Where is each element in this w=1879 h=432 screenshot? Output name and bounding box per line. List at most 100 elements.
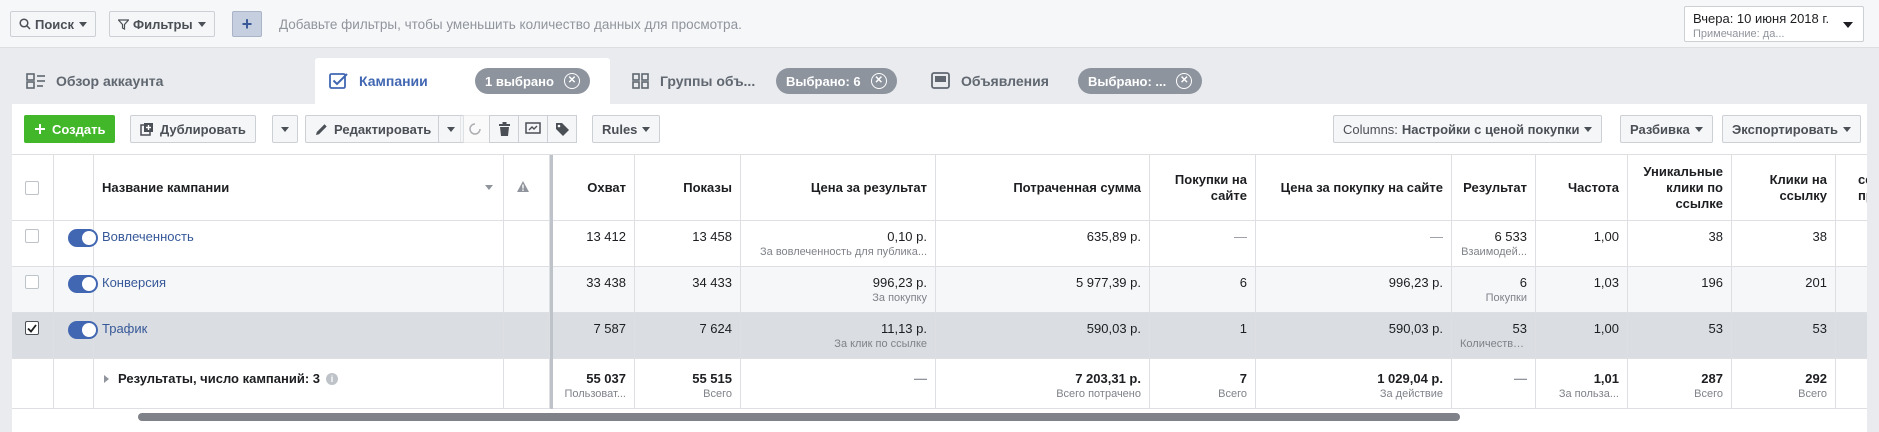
delete-button[interactable] <box>489 115 519 143</box>
tab-account-overview[interactable]: Обзор аккаунта <box>12 58 312 104</box>
header-cost-per-result[interactable]: Цена за результат <box>741 155 936 220</box>
total-purchases-cell: 7 Всего <box>1150 359 1256 408</box>
chevron-down-icon <box>281 126 289 132</box>
spent-cell: 5 977,39 р. <box>936 267 1150 312</box>
breakdown-label: Разбивка <box>1630 121 1690 137</box>
total-purchases-value: 7 <box>1239 371 1247 386</box>
frozen-column-divider[interactable] <box>550 155 553 409</box>
duplicate-options-button[interactable] <box>272 115 298 143</box>
row-toggle-cell <box>54 313 98 358</box>
spent-value: 635,89 р. <box>1086 229 1141 244</box>
close-icon[interactable]: ✕ <box>1176 73 1193 89</box>
close-icon[interactable]: ✕ <box>870 73 887 89</box>
filters-button[interactable]: Фильтры <box>109 11 215 37</box>
dashboard-icon <box>26 73 46 89</box>
unique-clicks-value: 38 <box>1708 229 1723 244</box>
spent-value: 590,03 р. <box>1086 321 1141 336</box>
total-frequency-value: 1,01 <box>1593 371 1619 386</box>
totals-expander[interactable]: Результаты, число кампаний: 3 i <box>104 371 339 386</box>
table-row[interactable]: Трафик 7 587 7 624 11,13 р. За клик по сс… <box>12 313 1867 359</box>
link-clicks-value: 38 <box>1812 229 1827 244</box>
refresh-button[interactable] <box>460 115 490 143</box>
unique-clicks-value: 53 <box>1708 321 1723 336</box>
header-amount-spent[interactable]: Потраченная сумма <box>936 155 1150 220</box>
pencil-icon <box>316 123 327 135</box>
header-unique-link-clicks[interactable]: Уникальные клики по ссылке <box>1628 155 1732 220</box>
total-purchases-sub: Всего <box>1218 388 1247 400</box>
tab-campaigns[interactable]: Кампании 1 выбрано ✕ <box>315 58 610 104</box>
horizontal-scrollbar[interactable] <box>138 413 1460 421</box>
ads-selection-pill[interactable]: Выбрано: ... ✕ <box>1078 68 1203 94</box>
header-impressions[interactable]: Показы <box>635 155 741 220</box>
create-label: Создать <box>52 121 106 137</box>
campaign-name-link[interactable]: Вовлеченность <box>102 229 194 244</box>
columns-label: Columns: <box>1343 121 1398 137</box>
select-all-checkbox[interactable] <box>25 181 39 195</box>
chevron-down-icon <box>1584 126 1593 132</box>
close-icon[interactable]: ✕ <box>563 73 580 89</box>
row-checkbox[interactable] <box>25 275 39 289</box>
row-warning-cell <box>504 267 550 312</box>
cost-per-result-sub: За клик по ссылке <box>834 338 927 350</box>
header-results[interactable]: Результат <box>1452 155 1536 220</box>
tag-button[interactable] <box>547 115 577 143</box>
table-row[interactable]: Вовлеченность 13 412 13 458 0,10 р. За во… <box>12 221 1867 267</box>
info-icon[interactable]: i <box>326 372 339 385</box>
reach-value: 7 587 <box>593 321 626 336</box>
results-sub: Количество... <box>1460 338 1527 350</box>
header-website-purchases-label: Покупки на сайте <box>1174 171 1247 203</box>
preview-icon <box>525 122 541 134</box>
table-row[interactable]: Конверсия 33 438 34 433 996,23 р. За поку… <box>12 267 1867 313</box>
total-impressions-value: 55 515 <box>692 371 732 386</box>
frequency-cell: 1,00 <box>1536 313 1628 358</box>
search-button[interactable]: Поиск <box>10 11 97 37</box>
campaign-name-link[interactable]: Трафик <box>102 321 147 336</box>
date-range-picker[interactable]: Вчера: 10 июня 2018 г. Примечание: да... <box>1684 6 1864 42</box>
header-website-purchases[interactable]: Покупки на сайте <box>1150 155 1256 220</box>
header-cost-per-purchase[interactable]: Цена за покупку на сайте <box>1256 155 1452 220</box>
total-reach-cell: 55 037 Пользоват... <box>553 359 635 408</box>
header-next-column[interactable]: секу прос <box>1836 155 1867 220</box>
duplicate-label: Дублировать <box>160 121 246 137</box>
rules-button[interactable]: Rules <box>592 115 661 143</box>
header-toggle-cell <box>54 155 94 220</box>
chevron-down-icon <box>1843 126 1852 132</box>
columns-button[interactable]: Columns: Настройки с ценой покупки <box>1333 115 1603 143</box>
row-checkbox[interactable] <box>25 321 39 335</box>
results-sub: Взаимодей... <box>1461 246 1527 258</box>
header-frequency[interactable]: Частота <box>1536 155 1628 220</box>
duplicate-icon <box>140 123 153 136</box>
unique-clicks-value: 196 <box>1701 275 1723 290</box>
frequency-value: 1,00 <box>1593 229 1619 244</box>
campaigns-selection-pill[interactable]: 1 выбрано ✕ <box>475 68 590 94</box>
tab-adsets[interactable]: Группы объ... Выбрано: 6 ✕ <box>618 58 908 104</box>
tab-adsets-label: Группы объ... <box>660 73 756 89</box>
tab-ads[interactable]: Объявления Выбрано: ... ✕ <box>917 58 1207 104</box>
sort-caret-icon[interactable] <box>485 185 493 190</box>
adsets-selection-pill[interactable]: Выбрано: 6 ✕ <box>776 68 897 94</box>
preview-button[interactable] <box>518 115 548 143</box>
ad-preview-icon <box>931 72 951 90</box>
edit-button[interactable]: Редактировать <box>305 115 442 143</box>
create-button[interactable]: Создать <box>24 115 116 143</box>
export-button[interactable]: Экспортировать <box>1722 115 1862 143</box>
results-cell: 53 Количество... <box>1452 313 1536 358</box>
chevron-down-icon <box>1843 22 1853 28</box>
total-cost-per-purchase-sub: За действие <box>1379 388 1443 400</box>
breakdown-button[interactable]: Разбивка <box>1620 115 1713 143</box>
header-campaign-name[interactable]: Название кампании <box>94 155 504 220</box>
frequency-cell: 1,03 <box>1536 267 1628 312</box>
purchases-value: 1 <box>1239 321 1247 336</box>
add-filter-button[interactable]: + <box>232 11 262 37</box>
date-range-label: Вчера: 10 июня 2018 г. <box>1693 11 1830 26</box>
reach-value: 13 412 <box>586 229 626 244</box>
header-reach[interactable]: Охват <box>553 155 635 220</box>
header-link-clicks[interactable]: Клики на ссылку <box>1732 155 1836 220</box>
impressions-cell: 13 458 <box>635 221 741 266</box>
duplicate-button[interactable]: Дублировать <box>130 115 256 143</box>
row-checkbox[interactable] <box>25 229 39 243</box>
cost-per-purchase-cell: — <box>1256 221 1452 266</box>
chevron-down-icon <box>197 21 206 27</box>
link-clicks-cell: 53 <box>1732 313 1836 358</box>
campaign-name-link[interactable]: Конверсия <box>102 275 166 290</box>
